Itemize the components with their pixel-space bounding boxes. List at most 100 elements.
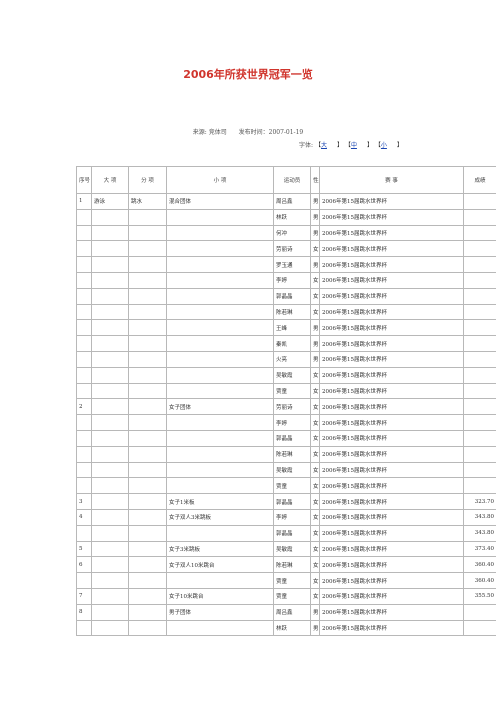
cell-score: 373.40 [463,540,496,558]
bracket-close-medium: 】 [366,142,373,149]
cell-gender: 女 [310,366,320,384]
cell-score: 343.80 [463,508,496,526]
cell-major [91,240,129,258]
cell-event: 2006年第15届跳水世界杯 [319,572,464,589]
cell-item [166,335,274,352]
cell-athlete: 火亮 [273,350,311,368]
cell-athlete: 李婷 [273,271,311,289]
cell-item [166,319,274,337]
cell-gender: 女 [310,240,320,258]
cell-sub [128,271,167,289]
cell-event: 2006年第15届跳水世界杯 [319,414,464,431]
table-row: 8 男子团体 周吕鑫男 2006年第15届跳水世界杯 [76,603,496,621]
cell-gender: 女 [310,493,320,510]
table-row: 1 游泳 跳水 混合团体 周吕鑫男 2006年第15届跳水世界杯 [76,193,496,210]
table-row: 3 女子1米板 郭晶晶女 2006年第15届跳水世界杯 323.70 [76,493,496,510]
table-row: 2 女子团体 劳丽诗女 2006年第15届跳水世界杯 [76,398,496,416]
cell-gender: 女 [310,524,320,542]
cell-event: 2006年第15届跳水世界杯 [319,287,464,305]
cell-score [463,256,496,273]
cell-event: 2006年第15届跳水世界杯 [319,382,464,400]
cell-gender: 女 [310,303,320,321]
cell-major [91,303,129,321]
header-athlete: 运动员 [273,166,311,194]
cell-item [166,271,274,289]
table-row: 劳丽诗女 2006年第15届跳水世界杯 [76,240,496,258]
cell-sub [128,256,167,273]
font-large-link[interactable]: 大 [321,142,327,149]
cell-score [463,477,496,495]
cell-item: 男子团体 [166,603,274,621]
cell-athlete: 郭晶晶 [273,524,311,542]
cell-major [91,445,129,463]
font-small-link[interactable]: 小 [381,142,387,149]
cell-score [463,350,496,368]
header-score: 成绩 [463,166,496,194]
cell-seq [76,429,92,447]
table-row: 4 女子双人3米跳板 李婷女 2006年第15届跳水世界杯 343.80 [76,508,496,526]
cell-gender: 女 [310,508,320,526]
cell-score: 343.80 [463,524,496,542]
cell-event: 2006年第15届跳水世界杯 [319,303,464,321]
font-size-switcher: 字体: 【大】 【中】 【小】 [299,140,403,149]
cell-major [91,508,129,526]
publish-date: 发布时间：2007-01-19 [238,129,304,136]
cell-athlete: 陈若琳 [273,445,311,463]
header-gender: 性别 [310,166,320,194]
table-row: 吴敏霞女 2006年第15届跳水世界杯 [76,461,496,479]
table-row: 贾童女 2006年第15届跳水世界杯 [76,477,496,495]
cell-gender: 女 [310,540,320,558]
cell-major [91,556,129,574]
cell-item [166,445,274,463]
cell-seq [76,477,92,495]
cell-score [463,461,496,479]
cell-score: 355.50 [463,587,496,605]
cell-score [463,382,496,400]
cell-sub [128,335,167,352]
cell-score [463,303,496,321]
cell-gender: 男 [310,256,320,273]
cell-seq [76,572,92,589]
table-row: 林跃男 2006年第15届跳水世界杯 [76,208,496,226]
cell-sub [128,382,167,400]
table-row: 6 女子双人10米跳台 陈若琳女 2006年第15届跳水世界杯 360.40 [76,556,496,574]
cell-major [91,319,129,337]
table-row: 郭晶晶女 2006年第15届跳水世界杯 [76,429,496,447]
cell-major: 游泳 [91,193,129,210]
cell-seq [76,287,92,305]
cell-event: 2006年第15届跳水世界杯 [319,540,464,558]
cell-score: 360.40 [463,556,496,574]
cell-major [91,398,129,416]
font-medium-link[interactable]: 中 [351,142,357,149]
cell-major [91,335,129,352]
cell-event: 2006年第15届跳水世界杯 [319,587,464,605]
cell-sub [128,556,167,574]
cell-major [91,619,129,637]
cell-gender: 男 [310,619,320,637]
cell-item: 女子双人10米跳台 [166,556,274,574]
cell-score [463,445,496,463]
cell-sub: 跳水 [128,193,167,210]
cell-gender: 女 [310,287,320,305]
cell-major [91,271,129,289]
table-row: 陈若琳女 2006年第15届跳水世界杯 [76,445,496,463]
cell-event: 2006年第15届跳水世界杯 [319,224,464,242]
cell-gender: 男 [310,603,320,621]
cell-event: 2006年第15届跳水世界杯 [319,208,464,226]
cell-event: 2006年第15届跳水世界杯 [319,193,464,210]
cell-score [463,335,496,352]
cell-gender: 男 [310,335,320,352]
cell-major [91,256,129,273]
cell-major [91,350,129,368]
cell-event: 2006年第15届跳水世界杯 [319,477,464,495]
cell-gender: 女 [310,572,320,589]
cell-major [91,477,129,495]
cell-athlete: 吴敏霞 [273,461,311,479]
cell-sub [128,303,167,321]
cell-athlete: 周吕鑫 [273,193,311,210]
table-row: 5 女子3米跳板 吴敏霞女 2006年第15届跳水世界杯 373.40 [76,540,496,558]
cell-athlete: 陈若琳 [273,556,311,574]
cell-event: 2006年第15届跳水世界杯 [319,350,464,368]
cell-gender: 女 [310,445,320,463]
cell-athlete: 李婷 [273,508,311,526]
